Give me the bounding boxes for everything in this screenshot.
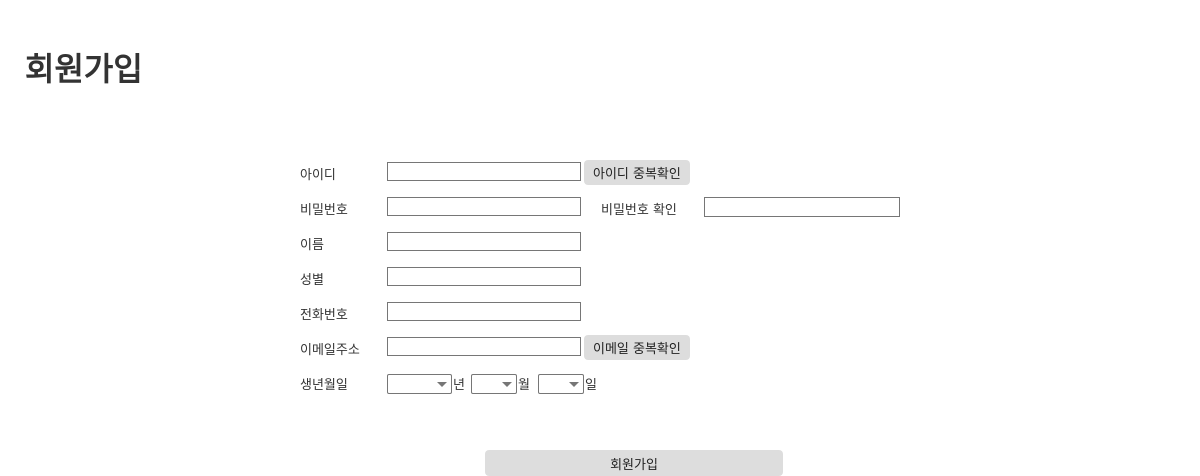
email-label: 이메일주소 — [300, 343, 360, 358]
chevron-down-icon — [437, 382, 447, 387]
gender-input[interactable] — [387, 267, 581, 286]
birth-month-unit: 월 — [518, 378, 530, 393]
birth-day-select[interactable] — [538, 374, 584, 394]
phone-label: 전화번호 — [300, 308, 348, 323]
chevron-down-icon — [569, 382, 579, 387]
signup-submit-button[interactable]: 회원가입 — [485, 450, 783, 476]
birth-year-select[interactable] — [387, 374, 452, 394]
birth-year-unit: 년 — [453, 378, 465, 393]
birth-month-select[interactable] — [471, 374, 517, 394]
name-input[interactable] — [387, 232, 581, 251]
id-label: 아이디 — [300, 168, 336, 183]
password-label: 비밀번호 — [300, 203, 348, 218]
gender-label: 성별 — [300, 273, 324, 288]
email-input[interactable] — [387, 337, 581, 356]
email-duplicate-check-button[interactable]: 이메일 중복확인 — [584, 335, 690, 360]
password-confirm-input[interactable] — [704, 197, 900, 217]
id-duplicate-check-button[interactable]: 아이디 중복확인 — [584, 160, 690, 185]
page-title: 회원가입 — [25, 50, 143, 88]
password-input[interactable] — [387, 197, 581, 216]
phone-input[interactable] — [387, 302, 581, 321]
birth-label: 생년월일 — [300, 378, 348, 393]
chevron-down-icon — [502, 382, 512, 387]
name-label: 이름 — [300, 238, 324, 253]
password-confirm-label: 비밀번호 확인 — [601, 203, 677, 218]
id-input[interactable] — [387, 162, 581, 181]
birth-day-unit: 일 — [585, 378, 597, 393]
